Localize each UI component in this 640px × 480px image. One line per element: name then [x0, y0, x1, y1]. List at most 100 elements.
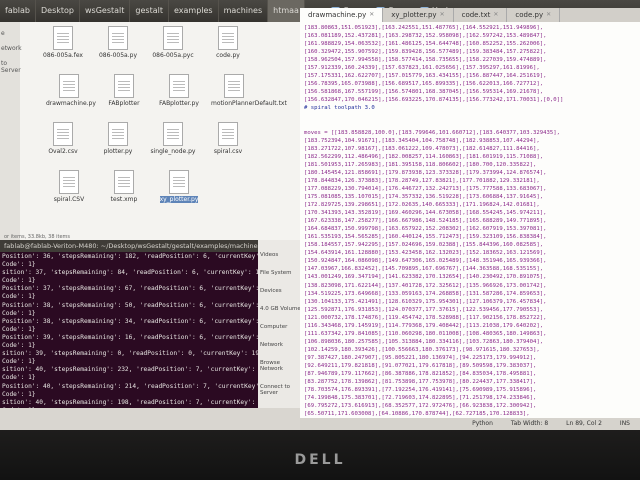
file-item[interactable]: drawmachine.py: [46, 74, 96, 107]
file-item[interactable]: 086-005a.fex: [40, 26, 86, 59]
code-line: [177.088229,130.794014],[176.446727,132.…: [304, 185, 547, 192]
places-item[interactable]: 4.0 GB Volume: [260, 306, 302, 312]
monitor-screen: fablab Desktop wsGestalt gestalt examples mac…: [0, 0, 640, 430]
places-item[interactable]: File System: [260, 270, 302, 276]
close-icon[interactable]: ✕: [440, 8, 445, 22]
code-line: [163.081189,152.437281],[163.298732,152.…: [304, 33, 547, 40]
file-icon: [108, 122, 128, 146]
code-line: [74.199848,175.383701],[72.719603,174.82…: [304, 395, 537, 402]
terminal-line: Code': 1}: [2, 325, 36, 333]
file-manager-window: e etwork to Server 086-005a.fex 086-005a.py…: [0, 22, 300, 240]
terminal-line: sition': 39, 'stepsRemaining': 0, 'readP…: [2, 350, 258, 358]
sidebar-item[interactable]: to Server: [0, 60, 21, 74]
places-item[interactable]: Computer: [260, 324, 302, 330]
file-name: spiral.csv: [213, 148, 243, 155]
file-name: FABplotter.py: [159, 100, 199, 107]
places-item[interactable]: Devices: [260, 288, 302, 294]
tab-width-select[interactable]: Tab Width: 8: [511, 418, 548, 430]
code-line: [78.703574,176.893391],[77.192254,176.41…: [304, 387, 537, 394]
places-item[interactable]: Videos: [260, 252, 302, 258]
terminal-line: Code': 1}: [2, 358, 36, 366]
code-line: [83.287752,178.139862],[81.753898,177.75…: [304, 379, 537, 386]
editor-tab[interactable]: code.py ✕: [507, 8, 561, 22]
code-line: [154.643914,161.128880],[153.423458,162.…: [304, 250, 547, 257]
file-item[interactable]: motionPlannerDefault.txt: [211, 74, 287, 107]
breadcrumb-item[interactable]: examples: [169, 0, 219, 22]
tab-label: code.py: [515, 11, 544, 19]
code-line: [167.623338,147.258277],[166.667986,148.…: [304, 218, 547, 225]
close-icon[interactable]: ✕: [493, 8, 498, 22]
file-item[interactable]: code.py: [205, 26, 251, 59]
file-name: spiral.CSV: [53, 196, 85, 203]
file-item[interactable]: xy_plotter.py: [156, 170, 202, 203]
breadcrumb-item[interactable]: fablab: [0, 0, 36, 22]
sidebar-item[interactable]: etwork: [0, 45, 22, 52]
editor-tab[interactable]: drawmachine.py ✕: [300, 8, 384, 22]
code-line: [183.80863,151.051923],[163.242551,151.4…: [304, 25, 544, 31]
terminal-title: fablab@fablab-Veriton-M480: ~/Desktop/ws…: [0, 240, 258, 252]
code-view[interactable]: [183.80863,151.051923],[163.242551,151.4…: [300, 22, 640, 420]
code-line: [92.649211,179.821818],[91.077021,179.61…: [304, 362, 537, 369]
code-line: [158.184557,157.942295],[157.024696,159.…: [304, 242, 544, 249]
code-line: [138.823098,171.622144],[137.401728,172.…: [304, 282, 547, 289]
places-item[interactable]: Connect to Server: [260, 384, 302, 396]
breadcrumb-item[interactable]: Desktop: [36, 0, 80, 22]
breadcrumb-item[interactable]: wsGestalt: [80, 0, 131, 22]
file-name: drawmachine.py: [46, 100, 96, 107]
file-icon: [169, 74, 189, 98]
terminal-line: Code': 1}: [2, 390, 36, 398]
code-line: [181.501953,117.265983],[181.395158,118.…: [304, 161, 537, 168]
code-line: [134.519225,173.649668],[133.059163,174.…: [304, 290, 547, 297]
file-name: 086-005a.py: [98, 52, 137, 59]
editor-tab[interactable]: code.txt ✕: [454, 8, 508, 22]
places-sidebar: Videos File System Devices 4.0 GB Volume Com…: [258, 240, 302, 408]
terminal-line: Position': 39, 'stepsRemaining': 16, 're…: [2, 333, 258, 341]
terminal-line: sition': 40, 'stepsRemaining': 232, 'rea…: [2, 366, 258, 374]
terminal-window[interactable]: fablab@fablab-Veriton-M480: ~/Desktop/ws…: [0, 240, 258, 408]
cursor-position: Ln 89, Col 2: [566, 420, 602, 427]
file-item[interactable]: test.xmp: [101, 170, 147, 203]
editor-tab[interactable]: xy_plotter.py ✕: [383, 8, 454, 22]
terminal-line: Position': 37, 'stepsRemaining': 67, 're…: [2, 285, 258, 293]
code-line: [69.795272,173.616913],[68.352577,172.97…: [304, 403, 537, 410]
tab-label: code.txt: [461, 11, 491, 19]
file-item[interactable]: Oval2.csv: [40, 122, 86, 155]
code-line: [178.844834,126.373883],[178.28749,127.8…: [304, 177, 540, 184]
terminal-line: sition': 40, 'stepsRemaining': 198, 'rea…: [2, 398, 258, 406]
sidebar-item[interactable]: e: [0, 30, 20, 37]
breadcrumb-item[interactable]: gestalt: [130, 0, 169, 22]
terminal-line: Code': 1}: [2, 374, 36, 382]
file-name: code.py: [216, 52, 240, 59]
close-icon[interactable]: ✕: [546, 8, 551, 22]
file-item[interactable]: FABplotter: [101, 74, 147, 107]
places-item[interactable]: Network: [260, 342, 302, 348]
code-line: [164.684837,150.999798],[163.657922,152.…: [304, 226, 547, 233]
file-item[interactable]: 086-005a.pyc: [150, 26, 196, 59]
code-line: [157.912339,160.24339],[157.637823,161.0…: [304, 65, 540, 72]
terminal-line: Position': 40, 'stepsRemaining': 214, 'r…: [2, 382, 258, 390]
close-icon[interactable]: ✕: [369, 8, 374, 22]
file-name: 086-005a.pyc: [152, 52, 194, 59]
file-item[interactable]: spiral.csv: [205, 122, 251, 155]
editor-tabs: drawmachine.py ✕ xy_plotter.py ✕ code.txt ✕ co…: [300, 8, 640, 22]
code-line: [183.271722,107.98167],[183.061222,109.4…: [304, 145, 540, 152]
tab-label: drawmachine.py: [308, 11, 367, 19]
file-item[interactable]: plotter.py: [95, 122, 141, 155]
file-item[interactable]: FABplotter.py: [156, 74, 202, 107]
file-item[interactable]: spiral.CSV: [46, 170, 92, 203]
places-item[interactable]: Browse Network: [260, 360, 302, 372]
breadcrumb-item[interactable]: machines: [219, 0, 269, 22]
file-name: Oval2.csv: [48, 148, 78, 155]
file-icon: [218, 122, 238, 146]
file-item[interactable]: 086-005a.py: [95, 26, 141, 59]
language-select[interactable]: Python: [472, 418, 493, 430]
code-line: moves = [[183.858828,100.0],[183.799646,…: [304, 129, 560, 136]
code-line: [147.03967,166.832452],[145.709895,167.6…: [304, 266, 544, 273]
file-item[interactable]: single_node.py: [150, 122, 196, 155]
tab-label: xy_plotter.py: [391, 11, 437, 19]
code-line: [170.341393,143.352819],[169.460296,144.…: [304, 210, 547, 217]
code-line: [161.988829,154.063532],[161.486125,154.…: [304, 41, 547, 48]
file-icon: [59, 170, 79, 194]
file-icon: [163, 122, 183, 146]
